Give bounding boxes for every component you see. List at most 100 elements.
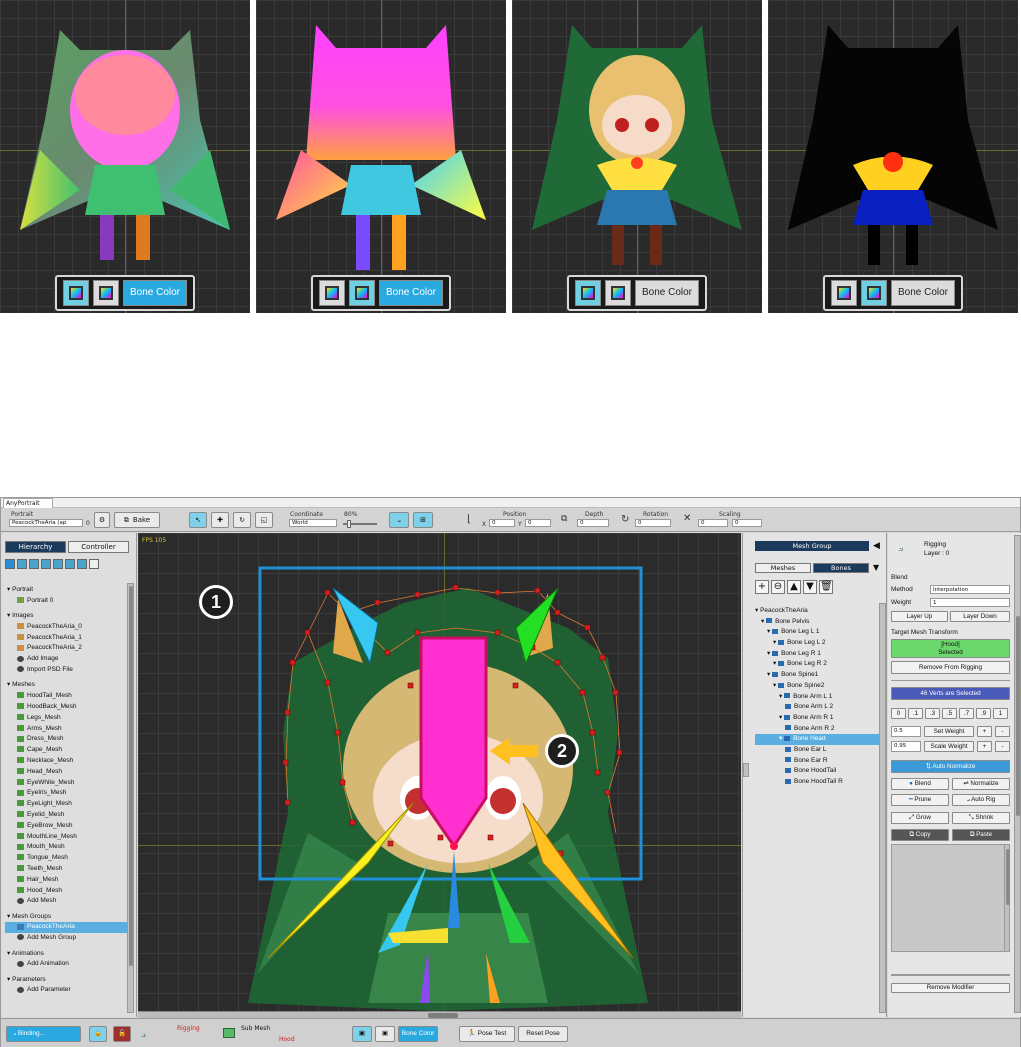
hierarchy-item[interactable]: PeacockTheAria_0 (5, 622, 127, 633)
hierarchy-item[interactable]: EyeLight_Mesh (5, 799, 127, 810)
collapse-left-icon[interactable]: ◀ (873, 541, 880, 551)
hierarchy-item[interactable]: Teeth_Mesh (5, 864, 127, 875)
set-weight-minus-button[interactable]: - (995, 726, 1010, 737)
tab-hierarchy[interactable]: Hierarchy (5, 541, 66, 553)
bone-color-button[interactable]: Bone Color (634, 280, 700, 306)
show-mesh-icon[interactable] (830, 280, 857, 306)
hierarchy-item[interactable]: Add Mesh (5, 896, 127, 907)
method-select[interactable]: Interpolation (930, 585, 1010, 594)
select-tool-button[interactable]: ↖ (189, 512, 207, 528)
weight-preset-button[interactable]: .5 (942, 708, 957, 719)
bones-scrollbar[interactable] (879, 603, 886, 1013)
weight-preset-button[interactable]: .7 (959, 708, 974, 719)
pose-test-button[interactable]: 🏃 Pose Test (459, 1026, 515, 1042)
bones-dropdown-icon[interactable]: ▼ (873, 563, 879, 572)
set-weight-button[interactable]: Set Weight (924, 726, 974, 737)
filter-param-icon[interactable] (65, 559, 75, 569)
hierarchy-item[interactable]: Dress_Mesh (5, 734, 127, 745)
bone-tree-item[interactable]: ▾ Bone Leg L 1 (755, 627, 879, 638)
position-y-field[interactable]: 0 (525, 519, 551, 527)
scaling-y-field[interactable]: 0 (732, 519, 762, 527)
layer-down-button[interactable]: Layer Down (950, 611, 1010, 622)
filter-bone-icon[interactable] (77, 559, 87, 569)
hierarchy-item[interactable]: Tongue_Mesh (5, 853, 127, 864)
hierarchy-item[interactable]: PeacockTheAria_1 (5, 633, 127, 644)
hierarchy-section-header[interactable]: ▾ Portrait (5, 585, 127, 596)
hierarchy-scrollbar[interactable] (127, 583, 134, 1013)
mesh-view-button[interactable]: ⊞ (413, 512, 433, 528)
move-bone-down-button[interactable]: ▼ (803, 580, 817, 594)
bone-tree-item[interactable]: ▾ Bone Leg R 1 (755, 649, 879, 660)
weight-list-scrollbar[interactable] (1004, 844, 1010, 952)
bone-tree-item[interactable]: Bone HoodTail R (755, 777, 879, 788)
hierarchy-item[interactable]: EyeBrow_Mesh (5, 821, 127, 832)
rotation-field[interactable]: 0 (635, 519, 671, 527)
link-bone-button[interactable]: ⊖ (771, 580, 785, 594)
bone-tree-item[interactable]: ▾ Bone Pelvis (755, 617, 879, 628)
show-weight-icon[interactable] (860, 280, 887, 306)
hierarchy-item[interactable]: Hair_Mesh (5, 875, 127, 886)
unlock-edit-button[interactable]: 🔓 (113, 1026, 131, 1042)
weight-preset-button[interactable]: .9 (976, 708, 991, 719)
scale-tool-button[interactable]: ◱ (255, 512, 273, 528)
bone-tree-item[interactable]: ▾ Bone Leg R 2 (755, 659, 879, 670)
hierarchy-item[interactable]: Cape_Mesh (5, 745, 127, 756)
delete-bone-button[interactable]: 🗑 (819, 580, 833, 594)
show-weight-icon[interactable] (348, 280, 375, 306)
lock-edit-button[interactable]: 🔒 (89, 1026, 107, 1042)
depth-field[interactable]: 0 (577, 519, 609, 527)
hierarchy-item[interactable]: MouthLine_Mesh (5, 832, 127, 843)
remove-from-rigging-button[interactable]: Remove From Rigging (891, 661, 1010, 674)
hierarchy-item[interactable]: Import PSD File (5, 665, 127, 676)
filter-mesh-icon[interactable] (29, 559, 39, 569)
weight-list[interactable] (891, 844, 1009, 952)
hierarchy-item[interactable]: PeacockTheAria_2 (5, 643, 127, 654)
hierarchy-item[interactable]: Head_Mesh (5, 767, 127, 778)
window-tab[interactable]: AnyPortrait (3, 498, 53, 508)
bone-color-button[interactable]: Bone Color (122, 280, 188, 306)
bake-button[interactable]: ⧉ Bake (114, 512, 160, 528)
auto-rig-button[interactable]: ⟓ Auto Rig (952, 794, 1010, 806)
move-tool-button[interactable]: ✚ (211, 512, 229, 528)
bone-tree-item[interactable]: ▾ Bone Spine1 (755, 670, 879, 681)
bone-view-button[interactable]: ⟓ (389, 512, 409, 528)
filter-close-icon[interactable] (89, 559, 99, 569)
show-weight-button[interactable]: ▣ (375, 1026, 395, 1042)
hierarchy-item[interactable]: EyeWhite_Mesh (5, 778, 127, 789)
weight-preset-button[interactable]: .1 (908, 708, 923, 719)
binding-button[interactable]: ⟓ Binding... (6, 1026, 81, 1042)
hierarchy-item[interactable]: Arms_Mesh (5, 724, 127, 735)
hierarchy-item[interactable]: Add Image (5, 654, 127, 665)
show-weight-icon[interactable] (604, 280, 631, 306)
bone-tree-item[interactable]: ▾ Bone Spine2 (755, 681, 879, 692)
show-mesh-button[interactable]: ▣ (352, 1026, 372, 1042)
modifier-panel-scrollbar[interactable] (1014, 535, 1021, 1013)
bone-tree-item[interactable]: ▾ Bone Head (755, 734, 879, 745)
hierarchy-section-header[interactable]: ▾ Parameters (5, 975, 127, 986)
hierarchy-item[interactable]: Add Parameter (5, 985, 127, 996)
show-mesh-icon[interactable] (318, 280, 345, 306)
hierarchy-item[interactable]: Eyelid_Mesh (5, 810, 127, 821)
copy-button[interactable]: ⧉ Copy (891, 829, 949, 841)
bone-tree-item[interactable]: Bone Arm R 2 (755, 724, 879, 735)
hierarchy-item[interactable]: Mouth_Mesh (5, 842, 127, 853)
auto-normalize-toggle[interactable]: ⇅ Auto Normalize (891, 760, 1010, 773)
zoom-slider-handle[interactable] (347, 520, 351, 528)
reset-pose-button[interactable]: Reset Pose (518, 1026, 568, 1042)
set-weight-field[interactable]: 0.5 (891, 726, 921, 737)
scale-weight-plus-button[interactable]: + (977, 741, 992, 752)
weight-preset-button[interactable]: 1 (993, 708, 1008, 719)
filter-anim-icon[interactable] (53, 559, 63, 569)
bone-tree-item[interactable]: Bone Arm L 2 (755, 702, 879, 713)
weight-preset-button[interactable]: 0 (891, 708, 906, 719)
tab-controller[interactable]: Controller (68, 541, 129, 553)
bone-tree-item[interactable]: ▾ PeacockTheAria (755, 606, 879, 617)
weight-field[interactable]: 1 (930, 598, 1010, 607)
bone-tree-item[interactable]: Bone HoodTail (755, 766, 879, 777)
settings-button[interactable]: ⚙ (94, 512, 110, 528)
tab-bones[interactable]: Bones (813, 563, 869, 573)
hierarchy-section-header[interactable]: ▾ Meshes (5, 680, 127, 691)
bone-color-button[interactable]: Bone Color (890, 280, 956, 306)
bone-head[interactable] (419, 636, 488, 849)
hierarchy-section-header[interactable]: ▾ Images (5, 611, 127, 622)
